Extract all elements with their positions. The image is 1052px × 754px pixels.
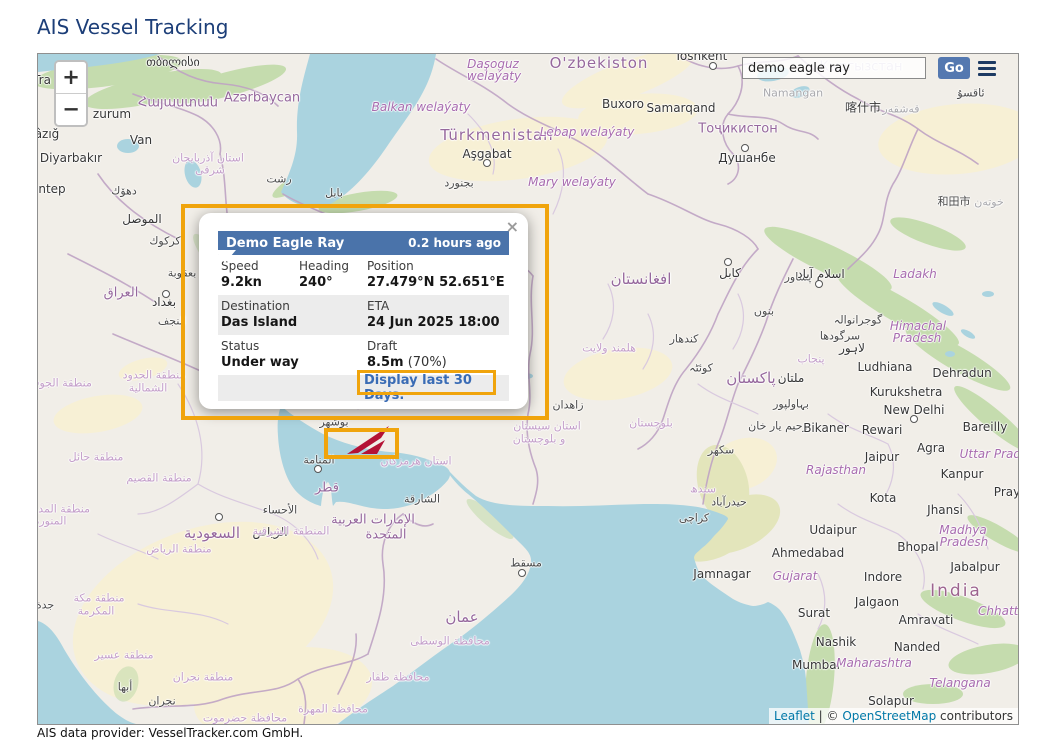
status-value: Under way — [221, 354, 364, 371]
popup-tip — [214, 250, 236, 263]
heading-label: Heading — [299, 258, 364, 274]
vessel-marker-icon[interactable] — [346, 425, 390, 457]
display-last-30-days-link[interactable]: Display last 30 Days. — [364, 373, 509, 403]
popup-content: Demo Eagle Ray 0.2 hours ago Speed 9.2kn… — [218, 231, 509, 401]
openstreetmap-link[interactable]: OpenStreetMap — [842, 709, 936, 723]
map-geography — [38, 54, 1018, 724]
map-attribution: Leaflet | © OpenStreetMap contributors — [769, 708, 1018, 724]
draft-percent: (70%) — [404, 355, 447, 370]
popup-row-status-draft: Status Under way Draft 8.5m (70%) — [218, 335, 509, 375]
zoom-control: + − — [54, 60, 88, 127]
popup-row-speed-heading-position: Speed 9.2kn Heading 240° Position 27.479… — [218, 255, 509, 295]
capital-city-dot — [162, 290, 170, 298]
draft-label: Draft — [367, 338, 447, 354]
capital-city-dot — [215, 513, 223, 521]
popup-row-destination-eta: Destination Das Island ETA 24 Jun 2025 1… — [218, 295, 509, 335]
popup-header: Demo Eagle Ray 0.2 hours ago — [218, 231, 509, 255]
go-button[interactable]: Go — [938, 57, 970, 79]
page-title: AIS Vessel Tracking — [37, 15, 228, 39]
status-label: Status — [221, 338, 364, 354]
capital-city-dot — [910, 415, 918, 423]
speed-value: 9.2kn — [221, 274, 296, 291]
destination-value: Das Island — [221, 314, 364, 331]
draft-value: 8.5m — [367, 355, 404, 370]
vessel-name: Demo Eagle Ray — [226, 236, 344, 251]
zoom-in-button[interactable]: + — [56, 62, 86, 94]
map-canvas[interactable]: თბილისიTraՀայաստանAzərbaycanzurumVanâzığ… — [37, 53, 1019, 725]
attribution-suffix: contributors — [936, 709, 1013, 723]
search-bar: Go — [742, 57, 996, 79]
vessel-popup: × Demo Eagle Ray 0.2 hours ago Speed 9.2… — [199, 213, 528, 409]
heading-value: 240° — [299, 274, 364, 291]
attribution-separator: | © — [815, 709, 843, 723]
eta-label: ETA — [367, 298, 500, 314]
capital-city-dot — [741, 144, 749, 152]
last-report-time: 0.2 hours ago — [408, 236, 501, 250]
ais-vessel-tracking-page: AIS Vessel Tracking — [0, 0, 1052, 754]
search-input[interactable] — [742, 57, 926, 79]
capital-city-dot — [709, 62, 717, 70]
position-label: Position — [367, 258, 505, 274]
capital-city-dot — [483, 159, 491, 167]
leaflet-link[interactable]: Leaflet — [774, 709, 815, 723]
eta-value: 24 Jun 2025 18:00 — [367, 314, 500, 331]
zoom-out-button[interactable]: − — [56, 94, 86, 125]
hamburger-menu-icon[interactable] — [978, 58, 996, 79]
popup-row-history: Display last 30 Days. — [218, 375, 509, 401]
destination-label: Destination — [221, 298, 364, 314]
position-value: 27.479°N 52.651°E — [367, 274, 505, 291]
capital-city-dot — [518, 569, 526, 577]
popup-close-icon[interactable]: × — [506, 220, 519, 234]
capital-city-dot — [314, 465, 322, 473]
capital-city-dot — [815, 280, 823, 288]
capital-city-dot — [724, 258, 732, 266]
data-provider-note: AIS data provider: VesselTracker.com Gmb… — [37, 726, 303, 740]
